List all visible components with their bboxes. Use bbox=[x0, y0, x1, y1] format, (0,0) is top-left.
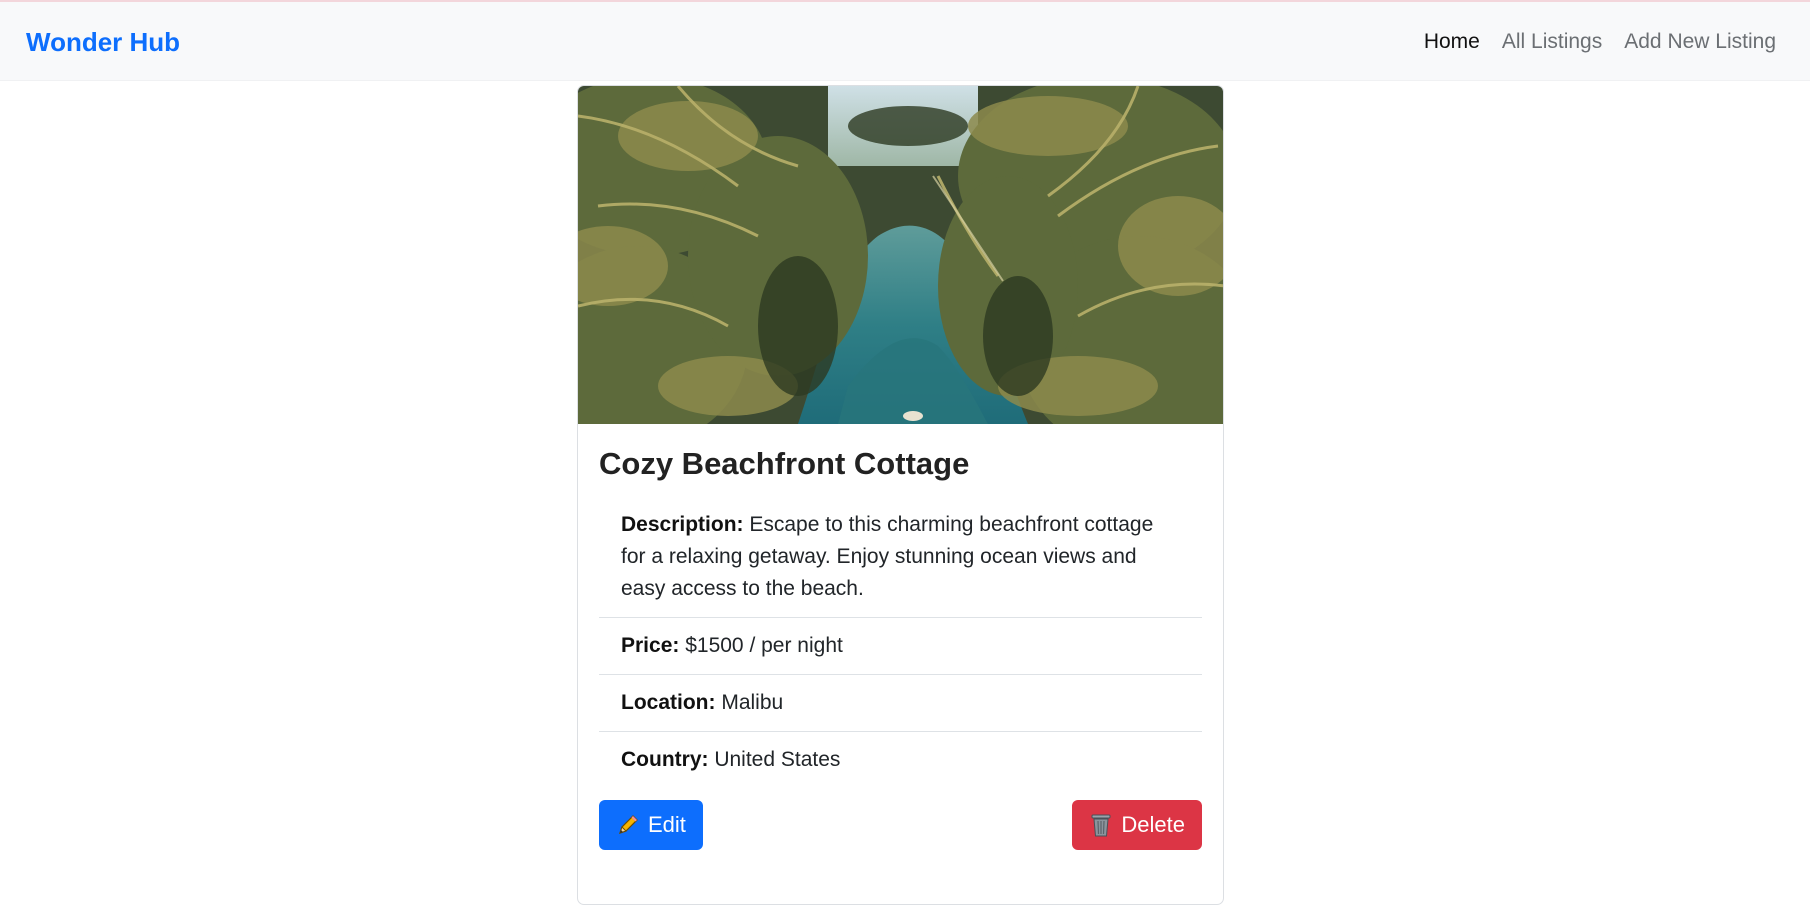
listing-image bbox=[578, 86, 1223, 424]
edit-button[interactable]: Edit bbox=[599, 800, 703, 850]
nav-link-add-new-listing[interactable]: Add New Listing bbox=[1624, 30, 1776, 54]
navbar: Wonder Hub Home All Listings Add New Lis… bbox=[0, 4, 1810, 81]
country-value: United States bbox=[708, 748, 841, 771]
delete-button-label: Delete bbox=[1121, 812, 1185, 837]
price-label: Price: bbox=[621, 634, 680, 657]
listing-actions: Edit Delete bbox=[599, 800, 1202, 850]
description-label: Description: bbox=[621, 513, 744, 536]
listing-details: Description: Escape to this charming bea… bbox=[599, 509, 1202, 788]
card-body: Cozy Beachfront Cottage Description: Esc… bbox=[578, 424, 1223, 870]
edit-button-label: Edit bbox=[648, 812, 686, 837]
country-label: Country: bbox=[621, 748, 709, 771]
nav-link-all-listings[interactable]: All Listings bbox=[1502, 30, 1602, 54]
listing-card: Cozy Beachfront Cottage Description: Esc… bbox=[577, 85, 1224, 905]
trash-icon bbox=[1089, 812, 1113, 838]
delete-button[interactable]: Delete bbox=[1072, 800, 1202, 850]
location-label: Location: bbox=[621, 691, 716, 714]
detail-price: Price: $1500 / per night bbox=[599, 618, 1202, 675]
tropical-river-photo bbox=[578, 86, 1223, 424]
listing-title: Cozy Beachfront Cottage bbox=[599, 446, 970, 481]
nav-links: Home All Listings Add New Listing bbox=[1424, 30, 1784, 54]
location-value: Malibu bbox=[715, 691, 784, 714]
brand-logo-link[interactable]: Wonder Hub bbox=[26, 27, 180, 58]
detail-country: Country: United States bbox=[599, 732, 1202, 788]
nav-link-home[interactable]: Home bbox=[1424, 30, 1480, 54]
pencil-icon bbox=[616, 813, 640, 837]
detail-description: Description: Escape to this charming bea… bbox=[599, 509, 1202, 618]
price-value: $1500 / per night bbox=[679, 634, 843, 657]
detail-location: Location: Malibu bbox=[599, 675, 1202, 732]
